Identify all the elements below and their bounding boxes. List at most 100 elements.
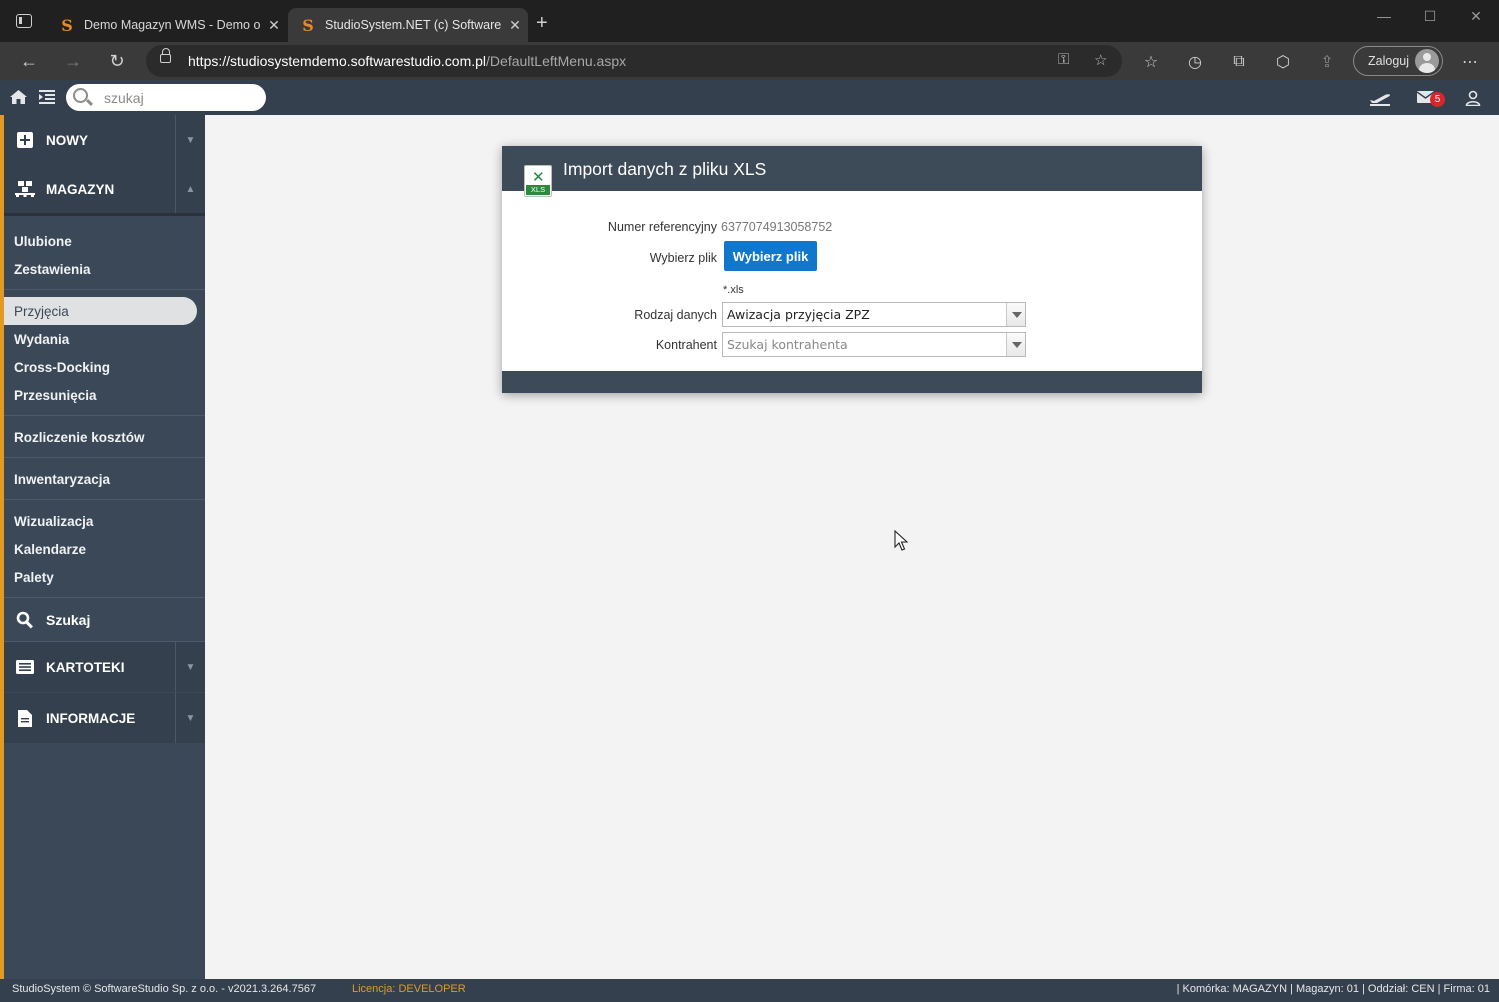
close-tab-icon[interactable]: ✕ — [502, 17, 528, 34]
section-informacje[interactable]: INFORMACJE ▼ — [4, 693, 205, 743]
choose-file-label: Wybierz plik — [649, 251, 717, 265]
contractor-label: Kontrahent — [655, 338, 717, 352]
card-file-icon — [4, 660, 46, 674]
sidebar-item-cross-docking[interactable]: Cross-Docking — [4, 353, 205, 381]
sidebar-item-wizualizacja[interactable]: Wizualizacja — [4, 507, 205, 535]
back-icon[interactable]: ← — [18, 50, 40, 72]
tab-actions-icon[interactable] — [16, 14, 32, 28]
collections-icon[interactable]: ⧉ — [1228, 51, 1250, 73]
dropdown-arrow-icon[interactable] — [1006, 333, 1025, 356]
new-tab-icon[interactable]: + — [536, 12, 548, 35]
history-icon[interactable]: ◷ — [1184, 51, 1206, 73]
browser-address-bar: ← → ↻ https://studiosystemdemo.softwares… — [0, 42, 1499, 80]
dialog-header: ✕ XLS Import danych z pliku XLS — [502, 146, 1202, 197]
dropdown-arrow-icon[interactable] — [1006, 303, 1025, 326]
login-label: Zaloguj — [1368, 54, 1409, 68]
chevron-up-icon[interactable]: ▲ — [175, 165, 205, 213]
refresh-icon[interactable]: ↻ — [106, 50, 128, 72]
section-label: KARTOTEKI — [46, 659, 125, 675]
user-icon[interactable] — [1465, 90, 1481, 106]
home-icon[interactable] — [9, 89, 28, 105]
data-type-value: Awizacja przyjęcia ZPZ — [727, 307, 870, 322]
section-label: MAGAZYN — [46, 181, 115, 197]
chevron-down-icon[interactable]: ▼ — [175, 642, 205, 692]
forward-icon[interactable]: → — [62, 50, 84, 72]
extensions-icon[interactable]: ⬡ — [1272, 51, 1294, 73]
search-box[interactable] — [66, 84, 266, 111]
sidebar-item-ulubione[interactable]: Ulubione — [4, 227, 205, 255]
avatar-icon — [1415, 49, 1439, 73]
browser-tab-studiosystem[interactable]: S StudioSystem.NET (c) SoftwareSt ✕ — [288, 8, 528, 42]
sidebar-item-rozliczenie-kosztow[interactable]: Rozliczenie kosztów — [4, 423, 205, 451]
browser-tab-demo[interactable]: S Demo Magazyn WMS - Demo on ✕ — [47, 8, 287, 42]
plus-square-icon — [4, 132, 46, 148]
sidebar-item-palety[interactable]: Palety — [4, 563, 205, 591]
license-text: Licencja: DEVELOPER — [352, 983, 466, 995]
more-icon[interactable]: ⋯ — [1459, 51, 1481, 73]
browser-tab-bar: S Demo Magazyn WMS - Demo on ✕ S StudioS… — [0, 0, 1499, 42]
app-top-bar — [0, 80, 1499, 115]
mouse-cursor-icon — [894, 530, 908, 551]
chevron-down-icon[interactable]: ▼ — [175, 693, 205, 743]
menu-toggle-icon[interactable] — [39, 90, 55, 104]
section-nowy[interactable]: NOWY ▼ — [4, 115, 205, 165]
mail-count-badge: 5 — [1430, 92, 1445, 107]
import-xls-dialog: ✕ XLS Import danych z pliku XLS Numer re… — [502, 146, 1202, 393]
close-tab-icon[interactable]: ✕ — [261, 17, 287, 34]
sidebar-item-label: Szukaj — [46, 611, 91, 628]
menu-group-inventory: Inwentaryzacja — [4, 465, 205, 500]
favicon-icon: S — [302, 15, 314, 35]
sidebar-item-szukaj[interactable]: Szukaj — [4, 598, 205, 642]
sidebar-item-inwentaryzacja[interactable]: Inwentaryzacja — [4, 465, 205, 493]
favicon-icon: S — [61, 15, 73, 35]
data-type-label: Rodzaj danych — [634, 308, 717, 322]
sidebar-item-wydania[interactable]: Wydania — [4, 325, 205, 353]
main-content: ✕ XLS Import danych z pliku XLS Numer re… — [205, 115, 1499, 979]
search-icon — [73, 88, 88, 103]
sidebar-item-zestawienia[interactable]: Zestawienia — [4, 255, 205, 283]
tab-title: StudioSystem.NET (c) SoftwareSt — [325, 18, 502, 32]
contractor-select[interactable]: Szukaj kontrahenta — [722, 332, 1026, 357]
chevron-down-icon[interactable]: ▼ — [175, 115, 205, 165]
tab-title: Demo Magazyn WMS - Demo on — [84, 18, 261, 32]
add-favorite-icon[interactable]: ☆ — [1094, 51, 1107, 69]
url-text: https://studiosystemdemo.softwarestudio.… — [188, 53, 627, 69]
document-icon — [4, 709, 46, 727]
warehouse-pallet-icon — [4, 181, 46, 197]
section-kartoteki[interactable]: KARTOTEKI ▼ — [4, 642, 205, 692]
section-label: NOWY — [46, 132, 88, 148]
choose-file-button[interactable]: Wybierz plik — [724, 241, 817, 271]
maximize-icon[interactable]: ☐ — [1407, 0, 1453, 32]
data-type-select[interactable]: Awizacja przyjęcia ZPZ — [722, 302, 1026, 327]
contractor-placeholder: Szukaj kontrahenta — [727, 337, 848, 352]
section-magazyn[interactable]: MAGAZYN ▲ — [4, 165, 205, 216]
sidebar-item-przyjecia[interactable]: Przyjęcia — [4, 297, 197, 325]
file-extension-hint: *.xls — [723, 284, 744, 296]
url-field[interactable]: https://studiosystemdemo.softwarestudio.… — [146, 45, 1122, 77]
menu-group-favorites: Ulubione Zestawienia — [4, 227, 205, 290]
menu-group-documents: Przyjęcia Wydania Cross-Docking Przesuni… — [4, 297, 205, 416]
ref-number-label: Numer referencyjny — [607, 220, 717, 234]
sidebar: NOWY ▼ MAGAZYN ▲ Ulubione Zestawienia Pr… — [0, 115, 205, 979]
search-icon — [4, 611, 46, 629]
lock-icon[interactable] — [160, 48, 171, 63]
menu-group-costs: Rozliczenie kosztów — [4, 423, 205, 458]
copyright-text: StudioSystem © SoftwareStudio Sp. z o.o.… — [12, 983, 317, 995]
close-window-icon[interactable]: ✕ — [1453, 0, 1499, 32]
search-input[interactable] — [104, 88, 254, 107]
context-info: | Komórka: MAGAZYN | Magazyn: 01 | Oddzi… — [1176, 983, 1490, 995]
ref-number-value: 6377074913058752 — [721, 220, 833, 234]
menu-group-visual: Wizualizacja Kalendarze Palety — [4, 507, 205, 598]
login-button[interactable]: Zaloguj — [1353, 46, 1443, 76]
section-label: INFORMACJE — [46, 710, 136, 726]
favorites-icon[interactable]: ☆ — [1140, 51, 1162, 73]
plane-icon[interactable] — [1369, 90, 1391, 106]
xls-file-icon: ✕ XLS — [524, 165, 552, 197]
minimize-icon[interactable]: — — [1361, 0, 1407, 32]
status-bar: StudioSystem © SoftwareStudio Sp. z o.o.… — [0, 979, 1499, 1002]
dialog-title: Import danych z pliku XLS — [563, 159, 767, 179]
share-icon[interactable]: ⇪ — [1316, 51, 1338, 73]
key-icon[interactable]: ⚿ — [1058, 51, 1069, 68]
sidebar-item-kalendarze[interactable]: Kalendarze — [4, 535, 205, 563]
sidebar-item-przesuniecia[interactable]: Przesunięcia — [4, 381, 205, 409]
